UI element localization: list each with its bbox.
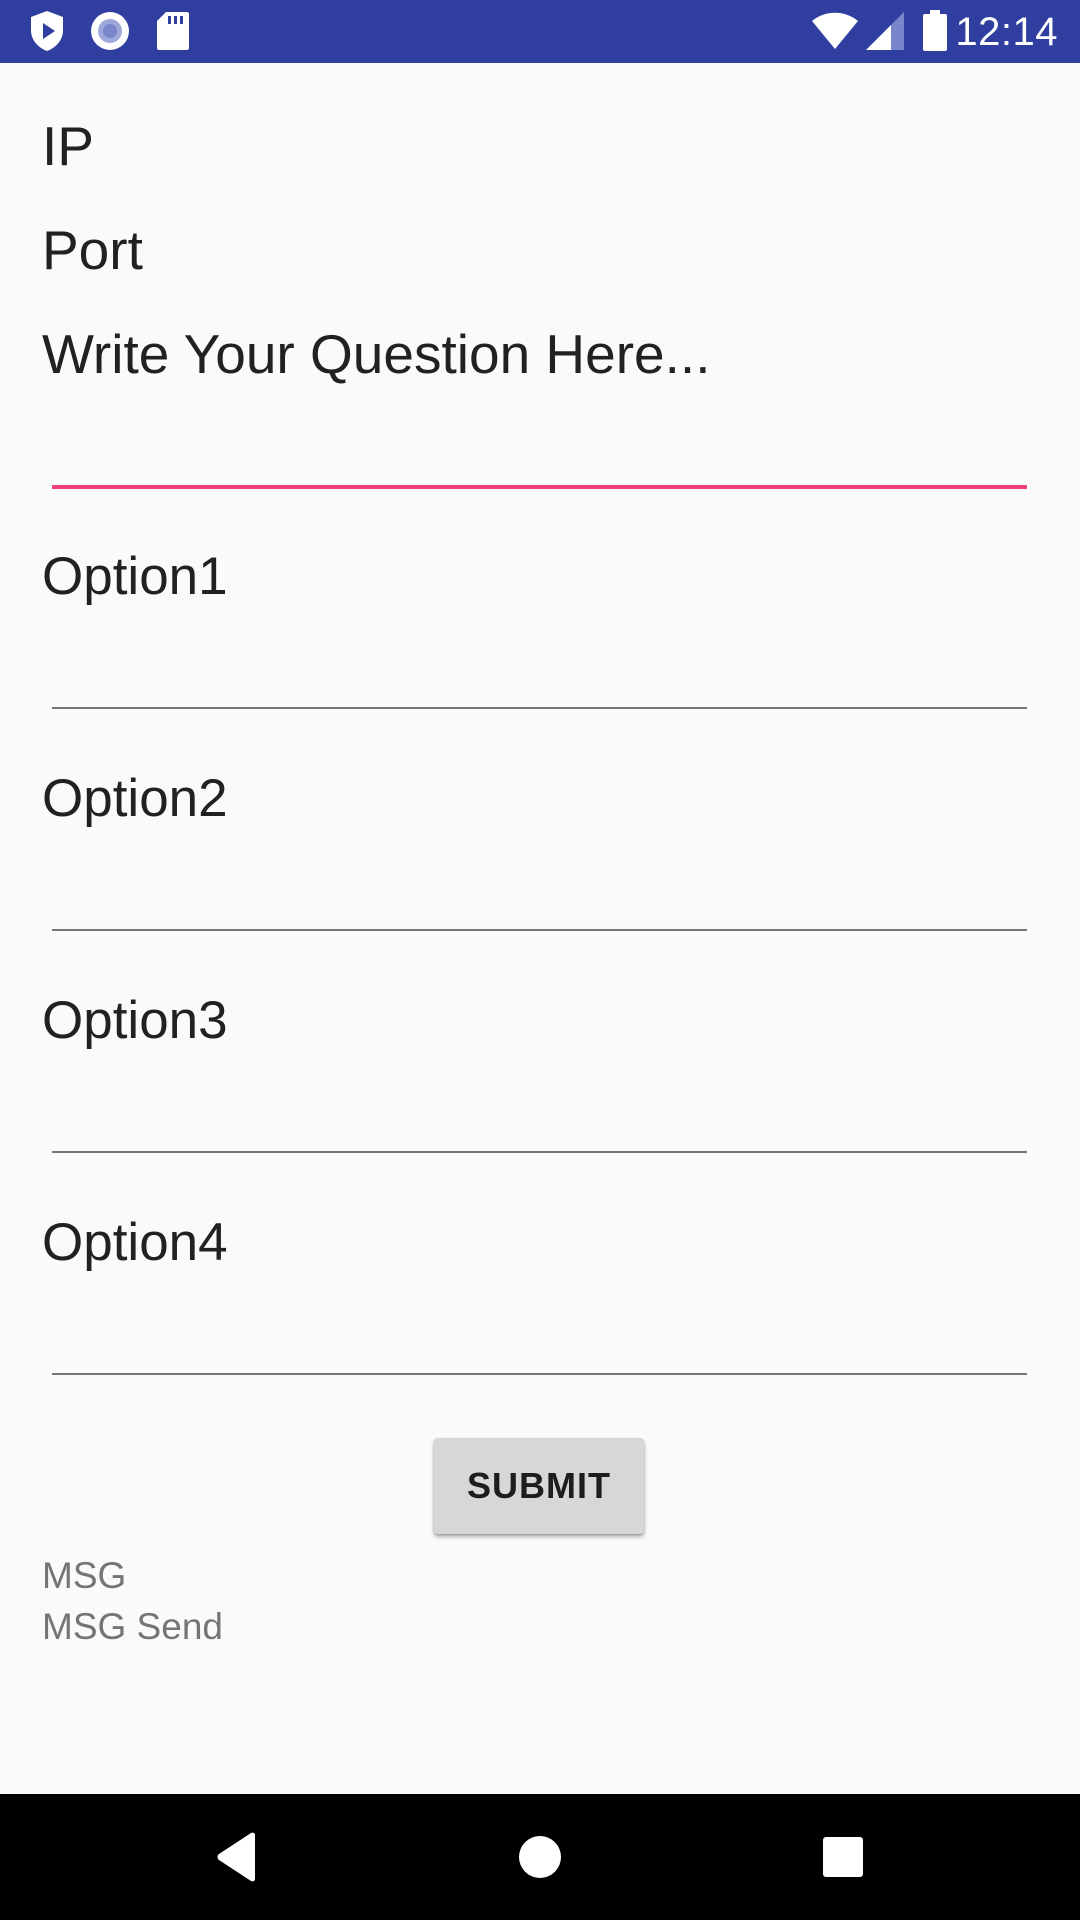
option3-underline <box>52 1151 1027 1153</box>
question-input[interactable]: Write Your Question Here... <box>42 322 711 386</box>
sd-card-icon <box>150 8 196 54</box>
clock-time: 12:14 <box>955 10 1058 54</box>
option3-input[interactable]: Option3 <box>42 989 228 1053</box>
option2-input[interactable]: Option2 <box>42 767 228 831</box>
navigation-bar <box>0 1794 1080 1920</box>
shield-play-icon <box>24 8 70 54</box>
msg-text: MSG <box>42 1555 127 1596</box>
msg-send-text: MSG Send <box>42 1606 223 1647</box>
home-icon[interactable] <box>500 1817 580 1897</box>
option2-underline <box>52 929 1027 931</box>
recents-icon[interactable] <box>803 1817 883 1897</box>
option1-input[interactable]: Option1 <box>42 545 228 609</box>
cell-signal-icon <box>862 8 908 54</box>
wifi-icon <box>808 8 862 54</box>
option1-underline <box>52 707 1027 709</box>
ip-label: IP <box>42 115 94 177</box>
submit-button[interactable]: SUBMIT <box>434 1438 644 1534</box>
option4-underline <box>52 1373 1027 1375</box>
option4-input[interactable]: Option4 <box>42 1211 228 1275</box>
battery-icon <box>910 8 960 54</box>
port-label: Port <box>42 219 143 281</box>
question-input-underline <box>52 485 1027 489</box>
record-circle-icon <box>87 8 133 54</box>
back-icon[interactable] <box>197 1817 277 1897</box>
status-bar: 12:14 <box>0 0 1080 63</box>
